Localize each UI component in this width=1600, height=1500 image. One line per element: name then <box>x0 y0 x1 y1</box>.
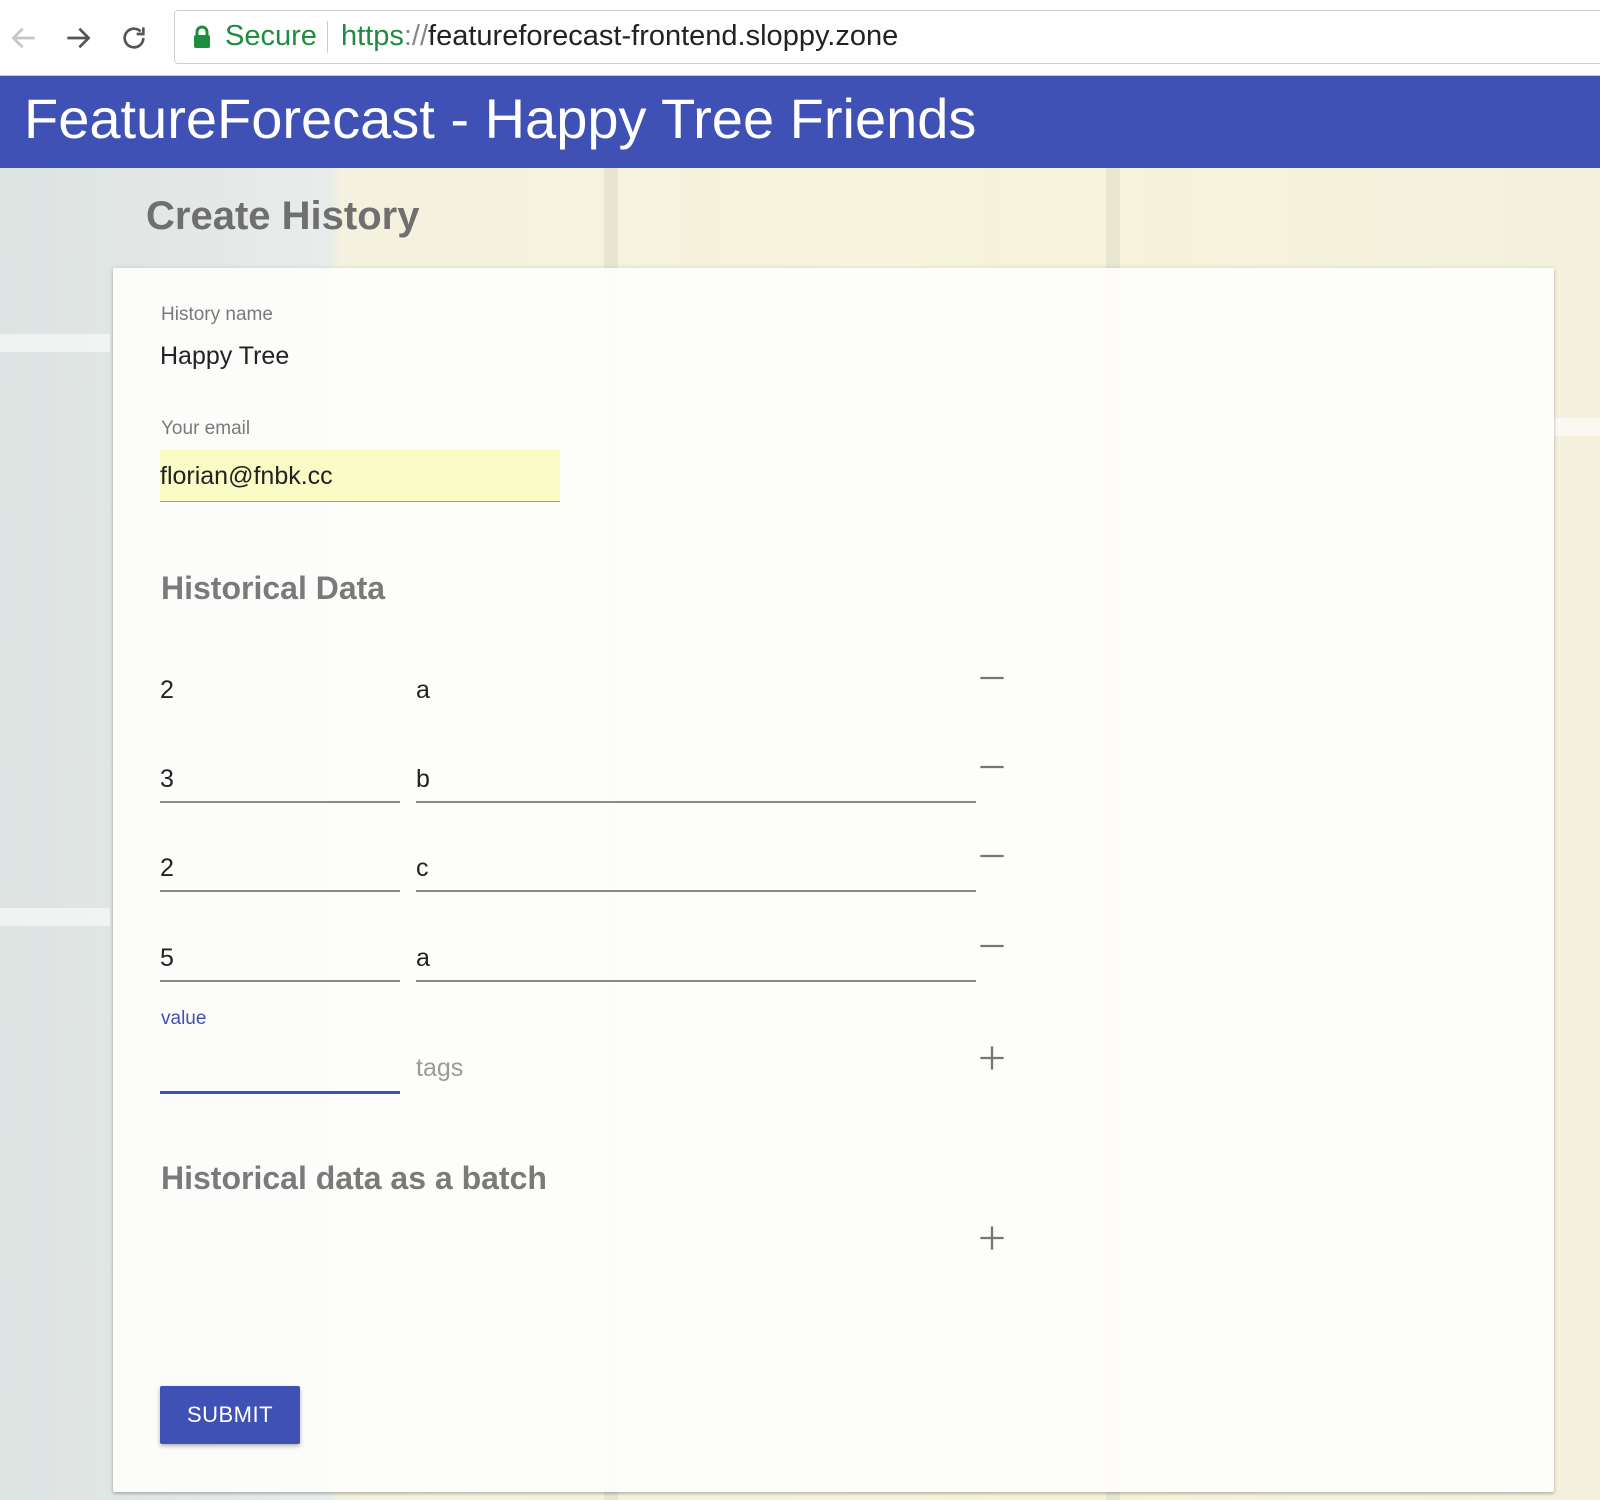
forward-button[interactable] <box>60 20 96 56</box>
row-1-remove-button[interactable] <box>974 660 1010 696</box>
batch-heading: Historical data as a batch <box>161 1160 547 1196</box>
tags-placeholder: tags <box>416 1054 464 1082</box>
new-value-label: value <box>161 1008 207 1029</box>
arrow-left-icon <box>11 27 35 49</box>
row-3-tags-input[interactable]: c <box>416 840 976 892</box>
add-batch-button[interactable] <box>974 1220 1010 1256</box>
row-value-text: 2 <box>160 676 174 704</box>
arrow-right-icon <box>67 27 91 49</box>
history-name-label: History name <box>161 304 273 325</box>
row-2-tags-input[interactable]: b <box>416 751 976 803</box>
page-title: Create History <box>146 194 420 238</box>
row-value-text: 3 <box>160 765 174 793</box>
reload-button[interactable] <box>116 20 152 56</box>
minus-icon <box>980 944 1004 948</box>
submit-button[interactable]: SUBMIT <box>160 1386 300 1444</box>
row-tags-text: c <box>416 854 429 882</box>
url-separator: :// <box>403 20 429 52</box>
back-button[interactable] <box>6 20 42 56</box>
minus-icon <box>980 676 1004 680</box>
row-tags-text: a <box>416 676 430 704</box>
row-3-value-input[interactable]: 2 <box>160 840 400 892</box>
row-1-tags-input[interactable]: a <box>416 662 976 714</box>
plus-icon <box>980 1046 1004 1070</box>
row-3-remove-button[interactable] <box>974 838 1010 874</box>
row-1-value-input[interactable]: 2 <box>160 662 400 714</box>
email-label: Your email <box>161 418 251 439</box>
row-4-remove-button[interactable] <box>974 928 1010 964</box>
create-history-card: History name Happy Tree Your email flori… <box>113 268 1554 1492</box>
new-value-input[interactable] <box>160 1040 400 1094</box>
add-row-button[interactable] <box>974 1040 1010 1076</box>
row-4-value-input[interactable]: 5 <box>160 930 400 982</box>
minus-icon <box>980 765 1004 769</box>
row-value-text: 5 <box>160 944 174 972</box>
background-band <box>0 334 110 352</box>
url-scheme: https <box>341 20 404 52</box>
secure-label: Secure <box>225 20 317 52</box>
lock-icon <box>194 25 210 48</box>
address-divider <box>327 21 328 53</box>
url-host: featureforecast-frontend.sloppy.zone <box>428 20 899 52</box>
row-value-text: 2 <box>160 854 174 882</box>
app-bar: FeatureForecast - Happy Tree Friends <box>0 76 1600 168</box>
row-2-remove-button[interactable] <box>974 749 1010 785</box>
row-tags-text: a <box>416 944 430 972</box>
browser-toolbar: Secure https://featureforecast-frontend.… <box>0 0 1600 76</box>
row-4-tags-input[interactable]: a <box>416 930 976 982</box>
email-field[interactable]: florian@fnbk.cc <box>160 450 560 502</box>
background-band <box>0 908 110 926</box>
url-text: https://featureforecast-frontend.sloppy.… <box>341 20 898 53</box>
app-title: FeatureForecast - Happy Tree Friends <box>24 87 977 150</box>
new-tags-input[interactable]: tags <box>416 1040 976 1092</box>
plus-icon <box>980 1226 1004 1250</box>
historical-data-heading: Historical Data <box>161 570 386 606</box>
reload-icon <box>123 27 145 49</box>
address-bar[interactable]: Secure https://featureforecast-frontend.… <box>174 10 1600 64</box>
row-tags-text: b <box>416 765 430 793</box>
minus-icon <box>980 854 1004 858</box>
row-2-value-input[interactable]: 3 <box>160 751 400 803</box>
email-value: florian@fnbk.cc <box>160 462 333 490</box>
history-name-field[interactable]: Happy Tree <box>160 342 289 371</box>
